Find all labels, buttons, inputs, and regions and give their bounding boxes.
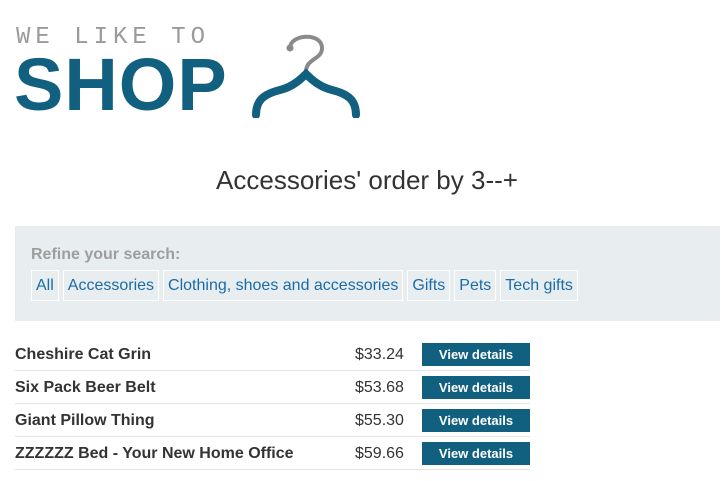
hanger-icon [246,28,370,123]
filter-panel: Refine your search: All Accessories Clot… [15,226,720,321]
category-filters: All Accessories Clothing, shoes and acce… [31,270,578,301]
logo-wordmark: SHOP [14,43,228,126]
product-price: $55.30 [355,412,404,429]
site-logo[interactable]: WE LIKE TO SHOP [14,22,374,122]
product-price: $53.68 [355,379,404,396]
filter-gifts[interactable]: Gifts [407,270,451,301]
product-name: Six Pack Beer Belt [15,379,156,396]
view-details-button[interactable]: View details [422,409,530,432]
view-details-button[interactable]: View details [422,343,530,366]
product-row: Giant Pillow Thing $55.30 View details [15,404,530,437]
filter-all[interactable]: All [31,270,59,301]
product-name: Cheshire Cat Grin [15,346,152,363]
filter-accessories[interactable]: Accessories [62,270,160,301]
product-name: ZZZZZZ Bed - Your New Home Office [15,445,294,462]
view-details-button[interactable]: View details [422,376,530,399]
product-name: Giant Pillow Thing [15,412,155,429]
filter-pets[interactable]: Pets [454,270,497,301]
page-title: Accessories' order by 3--+ [216,165,518,195]
product-price: $59.66 [355,445,404,462]
product-price: $33.24 [355,346,404,363]
refine-label: Refine your search: [31,246,181,263]
product-row: Cheshire Cat Grin $33.24 View details [15,338,530,371]
filter-clothing[interactable]: Clothing, shoes and accessories [163,270,404,301]
filter-tech-gifts[interactable]: Tech gifts [500,270,578,301]
product-row: Six Pack Beer Belt $53.68 View details [15,371,530,404]
view-details-button[interactable]: View details [422,442,530,465]
product-list: Cheshire Cat Grin $33.24 View details Si… [15,338,530,470]
product-row: ZZZZZZ Bed - Your New Home Office $59.66… [15,437,530,470]
